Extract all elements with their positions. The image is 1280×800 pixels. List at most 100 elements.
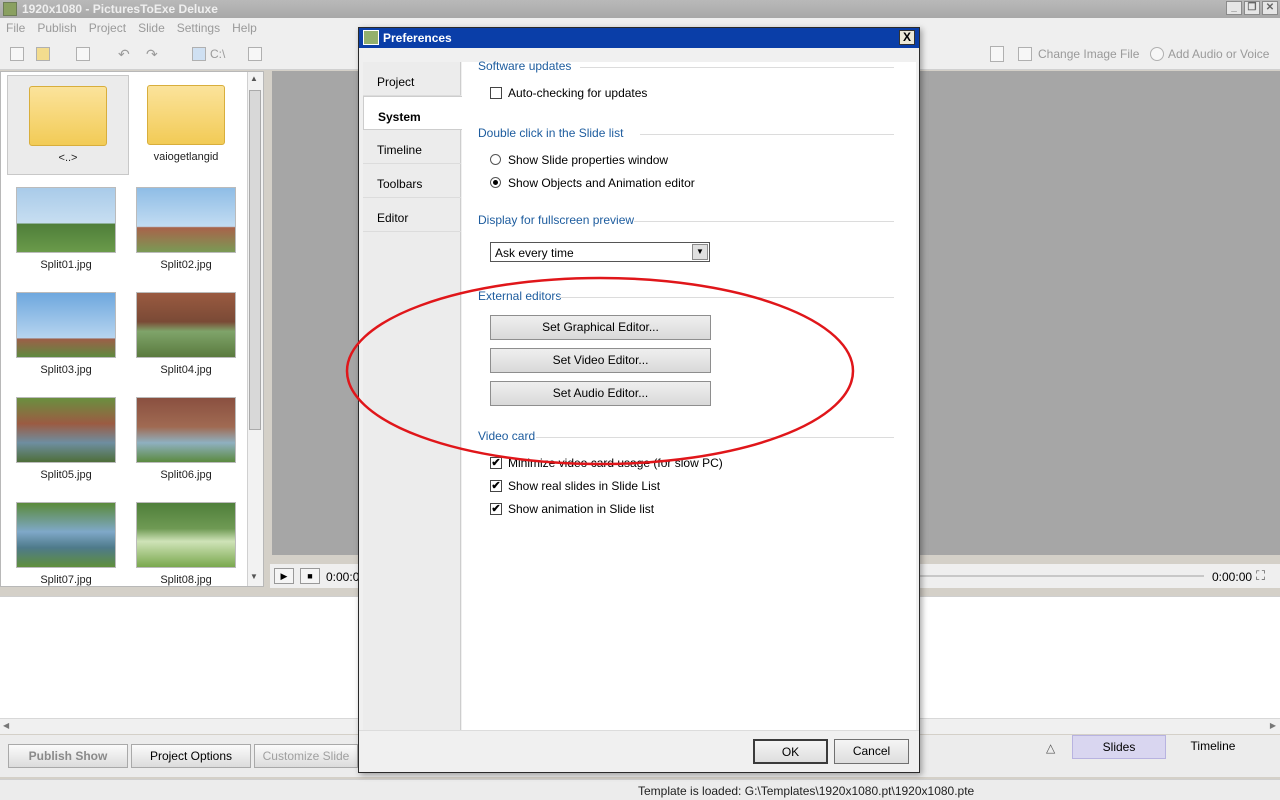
drive-icon[interactable] — [192, 47, 206, 61]
file-item[interactable]: vaiogetlangid — [125, 75, 247, 163]
set-graphical-editor-button[interactable]: Set Graphical Editor... — [490, 315, 711, 340]
app-titlebar: 1920x1080 - PicturesToExe Deluxe _ ❐ ✕ — [0, 0, 1280, 18]
section-heading-video-card: Video card — [478, 429, 536, 443]
file-browser-scrollbar[interactable]: ▲ ▼ — [247, 72, 263, 586]
tab-slides[interactable]: Slides — [1072, 735, 1166, 759]
show-animation-checkbox[interactable]: ✔ — [490, 503, 502, 515]
file-browser[interactable]: <..> vaiogetlangid Split01.jpg Split02.j… — [0, 71, 264, 587]
slide-properties-radio[interactable] — [490, 154, 501, 165]
dialog-close-button[interactable]: X — [899, 30, 915, 45]
file-name: <..> — [58, 152, 78, 164]
preferences-dialog: Preferences X Project System Timeline To… — [358, 27, 920, 773]
file-name: Split07.jpg — [40, 574, 92, 586]
cancel-button[interactable]: Cancel — [834, 739, 909, 764]
seek-track[interactable] — [920, 575, 1204, 577]
view-mode-icon[interactable] — [248, 47, 262, 61]
scroll-left-icon[interactable]: ◀ — [3, 721, 9, 730]
fullscreen-display-value: Ask every time — [495, 246, 574, 260]
section-divider — [536, 437, 894, 438]
menu-file[interactable]: File — [0, 18, 31, 35]
stop-icon[interactable]: ■ — [300, 568, 320, 584]
objects-editor-label: Show Objects and Animation editor — [508, 176, 695, 190]
file-name: Split01.jpg — [40, 259, 92, 271]
customize-slide-button[interactable]: Customize Slide — [254, 744, 358, 768]
menu-help[interactable]: Help — [226, 18, 263, 35]
tab-system[interactable]: System — [363, 96, 462, 130]
change-image-icon — [1018, 47, 1032, 61]
open-folder-icon[interactable] — [36, 47, 50, 61]
tab-timeline[interactable]: Timeline — [1170, 735, 1256, 759]
time-elapsed: 0:00:0 — [326, 570, 360, 584]
new-project-icon[interactable] — [10, 47, 24, 61]
dialog-title: Preferences — [383, 31, 452, 45]
preferences-tabs: Project System Timeline Toolbars Editor — [363, 62, 462, 730]
menu-project[interactable]: Project — [83, 18, 132, 35]
file-name: Split03.jpg — [40, 364, 92, 376]
file-item[interactable]: Split08.jpg — [125, 502, 247, 586]
change-image-button[interactable]: Change Image File — [1038, 47, 1139, 61]
image-thumbnail — [16, 187, 116, 253]
scroll-up-icon[interactable]: ▲ — [250, 74, 260, 84]
tab-project[interactable]: Project — [363, 62, 461, 96]
minimize-button[interactable]: _ — [1226, 1, 1242, 15]
chevron-down-icon[interactable]: ▼ — [692, 244, 708, 260]
menu-publish[interactable]: Publish — [31, 18, 82, 35]
section-heading-external-editors: External editors — [478, 289, 562, 303]
maximize-button[interactable]: ❐ — [1244, 1, 1260, 15]
file-item[interactable]: Split07.jpg — [5, 502, 127, 586]
status-text: Template is loaded: G:\Templates\1920x10… — [638, 784, 975, 798]
file-name: Split02.jpg — [160, 259, 212, 271]
minimize-video-card-checkbox[interactable]: ✔ — [490, 457, 502, 469]
preferences-icon — [363, 30, 379, 45]
section-heading-software-updates: Software updates — [478, 59, 572, 73]
file-name: vaiogetlangid — [153, 151, 219, 163]
folder-up-icon — [29, 86, 107, 146]
status-bar: Template is loaded: G:\Templates\1920x10… — [0, 779, 1280, 800]
image-thumbnail — [16, 502, 116, 568]
drive-label[interactable]: C:\ — [210, 47, 225, 61]
objects-editor-radio[interactable] — [490, 177, 501, 188]
publish-show-button[interactable]: Publish Show — [8, 744, 128, 768]
set-audio-editor-button[interactable]: Set Audio Editor... — [490, 381, 711, 406]
set-video-editor-button[interactable]: Set Video Editor... — [490, 348, 711, 373]
file-name: Split04.jpg — [160, 364, 212, 376]
file-item[interactable]: Split04.jpg — [125, 292, 247, 376]
auto-check-label: Auto-checking for updates — [508, 86, 648, 100]
add-audio-button[interactable]: Add Audio or Voice — [1168, 47, 1269, 61]
add-audio-icon — [1150, 47, 1164, 61]
save-icon[interactable] — [76, 47, 90, 61]
section-heading-fullscreen: Display for fullscreen preview — [478, 213, 635, 227]
time-total: 0:00:00 — [1212, 570, 1253, 584]
redo-icon[interactable]: ↷ — [146, 47, 160, 61]
fullscreen-icon[interactable]: ⛶ — [1256, 568, 1265, 584]
menu-settings[interactable]: Settings — [171, 18, 226, 35]
tab-editor[interactable]: Editor — [363, 198, 461, 232]
image-thumbnail — [136, 397, 236, 463]
auto-check-checkbox[interactable] — [490, 87, 502, 99]
window-close-button[interactable]: ✕ — [1262, 1, 1278, 15]
menu-slide[interactable]: Slide — [132, 18, 171, 35]
scroll-down-icon[interactable]: ▼ — [250, 572, 260, 582]
image-thumbnail — [16, 292, 116, 358]
file-name: Split08.jpg — [160, 574, 212, 586]
file-item[interactable]: Split06.jpg — [125, 397, 247, 481]
scroll-right-icon[interactable]: ▶ — [1270, 721, 1276, 730]
tab-timeline[interactable]: Timeline — [363, 130, 461, 164]
collapse-arrow-icon[interactable]: △ — [1046, 741, 1055, 755]
scroll-thumb[interactable] — [249, 90, 261, 430]
project-options-button[interactable]: Project Options — [131, 744, 251, 768]
file-item[interactable]: Split05.jpg — [5, 397, 127, 481]
file-item[interactable]: Split02.jpg — [125, 187, 247, 271]
file-item[interactable]: Split03.jpg — [5, 292, 127, 376]
ok-button[interactable]: OK — [753, 739, 828, 764]
slide-properties-label: Show Slide properties window — [508, 153, 669, 167]
file-item[interactable]: <..> — [7, 75, 129, 175]
undo-icon[interactable]: ↶ — [118, 47, 132, 61]
play-icon[interactable]: ▶ — [274, 568, 294, 584]
fullscreen-display-select[interactable]: Ask every time ▼ — [490, 242, 710, 262]
tab-toolbars[interactable]: Toolbars — [363, 164, 461, 198]
image-thumbnail — [136, 292, 236, 358]
show-real-slides-checkbox[interactable]: ✔ — [490, 480, 502, 492]
file-item[interactable]: Split01.jpg — [5, 187, 127, 271]
dropdown-arrow-icon[interactable] — [990, 46, 1004, 62]
